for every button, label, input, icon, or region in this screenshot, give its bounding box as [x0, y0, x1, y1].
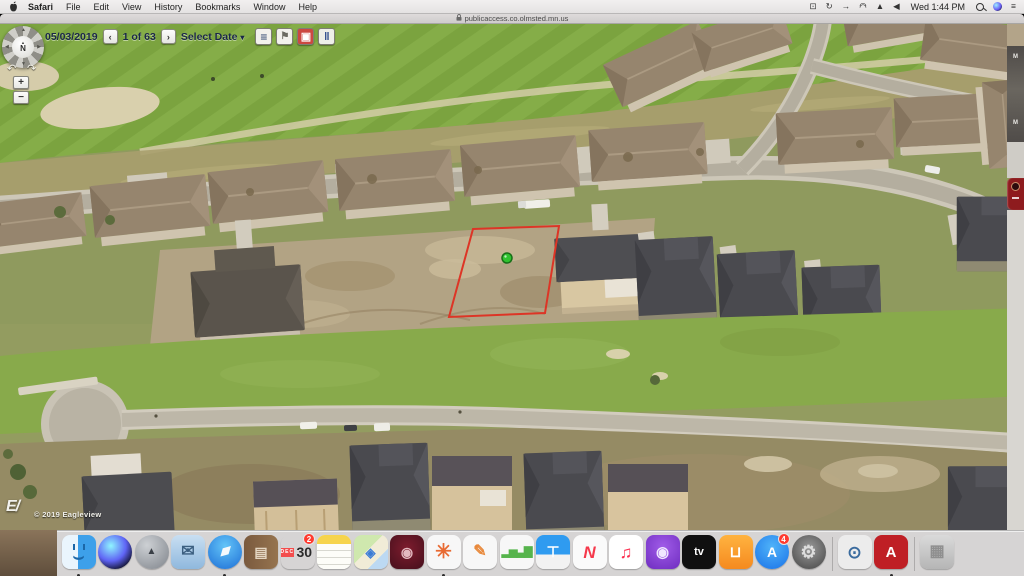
screen: Safari File Edit View History Bookmarks Window…: [0, 0, 1024, 576]
dock-photos[interactable]: ✳: [426, 535, 461, 575]
compass-center[interactable]: ▲ N: [12, 36, 34, 58]
dock-divider: [910, 535, 918, 573]
display-mirroring-icon[interactable]: ⊡: [810, 2, 817, 11]
dock-apple-tv[interactable]: tv: [682, 535, 717, 575]
background-window-edge: M M: [1007, 24, 1024, 530]
east-arrow-icon[interactable]: ▶: [37, 44, 41, 50]
dock-panel: ⌣▲✉◆▤DEC302◈◉✳✎▂▅▃▇⊤N♫◉tv⊔A4⚙⊙A▦: [57, 530, 1024, 576]
dock-acrobat[interactable]: A: [874, 535, 909, 575]
dock-music[interactable]: ♫: [609, 535, 644, 575]
dock-mail[interactable]: ✉: [171, 535, 206, 575]
eject-icon[interactable]: ▲: [876, 2, 884, 11]
layers-tool[interactable]: ≡: [255, 28, 272, 45]
rotate-left-button[interactable]: ↶: [7, 62, 16, 75]
pin-tool[interactable]: ⚑: [276, 28, 293, 45]
feedback-tab[interactable]: [1007, 178, 1024, 210]
dock-notes[interactable]: [317, 535, 352, 575]
dock-maps[interactable]: ◈: [353, 535, 388, 575]
menu-file[interactable]: File: [66, 2, 81, 12]
notification-center-icon[interactable]: ≡: [1011, 2, 1016, 11]
menu-bookmarks[interactable]: Bookmarks: [195, 2, 240, 12]
dock-podcasts[interactable]: ◉: [645, 535, 680, 575]
aerial-imagery[interactable]: [0, 24, 1024, 530]
dock-preview[interactable]: ⊙: [837, 535, 872, 575]
position-label: 1 of 63: [123, 31, 156, 43]
dock-photo-booth[interactable]: ◉: [390, 535, 425, 575]
dock-keynote[interactable]: ⊤: [536, 535, 571, 575]
padlock-icon: [456, 14, 462, 23]
menu-bar-clock[interactable]: Wed 1:44 PM: [911, 2, 965, 12]
toolbar-tools: ≡⚑▣‖: [255, 28, 335, 45]
date-label: 05/03/2019: [45, 31, 98, 43]
dock-finder[interactable]: ⌣: [61, 535, 96, 575]
edge-segment: [1007, 210, 1024, 530]
dock-pages[interactable]: ✎: [463, 535, 498, 575]
west-arrow-icon[interactable]: ◀: [5, 44, 9, 50]
rotate-right-button[interactable]: ↷: [27, 62, 36, 75]
dock-books[interactable]: ⊔: [718, 535, 753, 575]
menu-safari[interactable]: Safari: [28, 2, 53, 12]
menu-window[interactable]: Window: [253, 2, 285, 12]
prev-date-button[interactable]: ‹: [103, 29, 118, 44]
select-date-dropdown[interactable]: Select Date ▾: [181, 31, 245, 43]
map-attribution: © 2019 Eagleview: [34, 510, 101, 519]
dock-news[interactable]: N: [572, 535, 607, 575]
zoom-in-button[interactable]: +: [13, 76, 29, 89]
dock-app-store[interactable]: A4: [755, 535, 790, 575]
menu-help[interactable]: Help: [298, 2, 317, 12]
caret-down-icon: ▾: [240, 33, 244, 42]
edge-segment: M M: [1007, 46, 1024, 142]
export-images-tool[interactable]: ▣: [297, 28, 314, 45]
dock-launchpad[interactable]: ▲: [134, 535, 169, 575]
edge-segment: [1007, 24, 1024, 46]
apple-menu-icon[interactable]: [9, 1, 18, 12]
address-text: publicaccess.co.olmsted.mn.us: [465, 14, 569, 23]
edge-glimpse-text: M: [1007, 120, 1024, 126]
eagleview-logo: E/: [6, 498, 19, 516]
menu-bar-status-area: ⊡ ↻ → ◠ ▲ ◀ Wed 1:44 PM ≡: [810, 2, 1024, 12]
spotlight-icon[interactable]: [976, 3, 984, 11]
dock-siri[interactable]: [98, 535, 133, 575]
map-viewport[interactable]: 05/03/2019 ‹ 1 of 63 › Select Date ▾ ≡⚑▣…: [0, 24, 1024, 530]
desktop-wallpaper: [0, 530, 57, 576]
menu-view[interactable]: View: [122, 2, 141, 12]
zoom-out-button[interactable]: −: [13, 91, 29, 104]
wifi-icon[interactable]: ◠: [859, 3, 866, 12]
menu-history[interactable]: History: [154, 2, 182, 12]
location-arrow-icon[interactable]: →: [842, 2, 851, 11]
dock-contacts[interactable]: ▤: [244, 535, 279, 575]
dock-divider: [828, 535, 836, 573]
viewer-toolbar: 05/03/2019 ‹ 1 of 63 › Select Date ▾ ≡⚑▣…: [45, 28, 335, 45]
location-marker: [502, 253, 512, 263]
dock-numbers[interactable]: ▂▅▃▇: [499, 535, 534, 575]
menu-list: Safari File Edit View History Bookmarks Window…: [28, 2, 317, 12]
time-machine-icon[interactable]: ↻: [826, 2, 833, 11]
dock-trash[interactable]: ▦: [920, 535, 955, 575]
south-arrow-icon[interactable]: ▼: [21, 61, 26, 67]
edge-glimpse-text: M: [1007, 54, 1024, 60]
menu-bar: Safari File Edit View History Bookmarks Window…: [0, 0, 1024, 14]
compass-north-label: N: [20, 45, 26, 53]
volume-icon[interactable]: ◀: [893, 2, 900, 11]
dock-calendar[interactable]: DEC302: [280, 535, 315, 575]
edge-segment: [1007, 142, 1024, 178]
north-arrow-icon[interactable]: ▲: [21, 27, 26, 33]
dock-system-preferences[interactable]: ⚙: [791, 535, 826, 575]
browser-title-bar[interactable]: publicaccess.co.olmsted.mn.us: [0, 14, 1024, 24]
siri-icon[interactable]: [993, 2, 1002, 11]
dock-safari[interactable]: ◆: [207, 535, 242, 575]
next-date-button[interactable]: ›: [161, 29, 176, 44]
menu-edit[interactable]: Edit: [94, 2, 110, 12]
compare-panes-tool[interactable]: ‖: [318, 28, 335, 45]
dock: ⌣▲✉◆▤DEC302◈◉✳✎▂▅▃▇⊤N♫◉tv⊔A4⚙⊙A▦: [0, 530, 1024, 576]
